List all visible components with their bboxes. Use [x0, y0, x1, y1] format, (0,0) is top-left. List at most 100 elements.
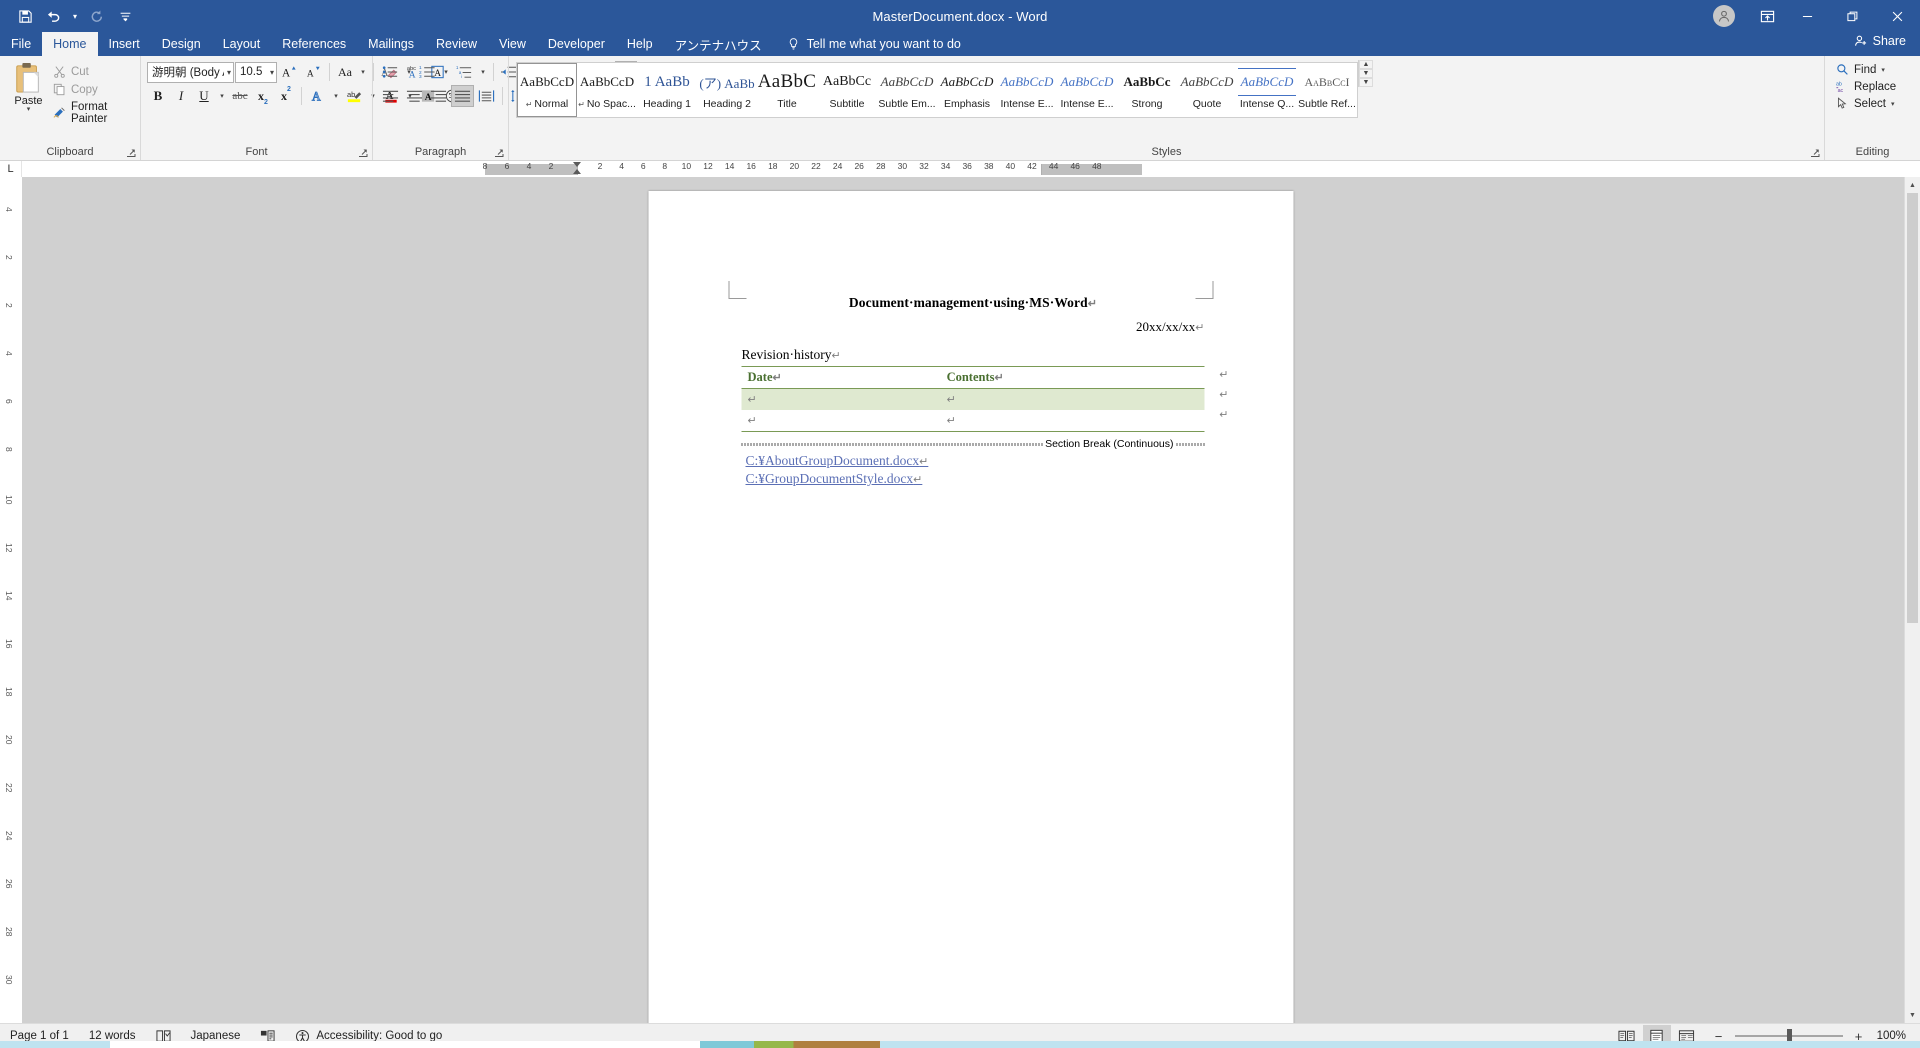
font-size-combobox[interactable]: 10.5 ▾ [235, 61, 277, 83]
distributed-icon[interactable] [475, 85, 498, 107]
table-row[interactable]: ↵ ↵ [741, 410, 1205, 432]
vertical-scrollbar[interactable]: ▲ ▼ [1904, 177, 1920, 1023]
horizontal-ruler[interactable]: 8 6 4 2 2 4 6 8 10 12 14 16 18 20 22 24 26 28 30 32 34 36 38 40… [22, 161, 1920, 177]
first-line-indent-marker[interactable] [573, 162, 581, 167]
replace-button[interactable]: ab ac Replace [1833, 79, 1899, 94]
undo-icon[interactable] [40, 4, 66, 28]
scroll-down-icon[interactable]: ▼ [1905, 1007, 1920, 1023]
subscript-icon[interactable]: x2 [252, 85, 274, 107]
justify-icon[interactable] [451, 85, 474, 107]
tab-review[interactable]: Review [425, 32, 488, 56]
restore-icon[interactable] [1830, 0, 1875, 32]
tab-file[interactable]: File [0, 32, 43, 56]
superscript-icon[interactable]: x2 [275, 85, 297, 107]
table-cell[interactable]: ↵ [940, 410, 1205, 432]
text-highlight-color-icon[interactable]: ab [343, 85, 366, 107]
styles-more-icon[interactable]: ▼ [1359, 78, 1373, 87]
find-caret-icon[interactable]: ▾ [1881, 66, 1885, 74]
center-icon[interactable] [403, 85, 426, 107]
minimize-icon[interactable] [1785, 0, 1830, 32]
align-left-icon[interactable] [379, 85, 402, 107]
scroll-up-icon[interactable]: ▲ [1905, 177, 1920, 193]
find-button[interactable]: Find ▾ [1833, 62, 1899, 77]
style-item-quote[interactable]: AaBbCcD Quote [1177, 63, 1237, 117]
scrollbar-track[interactable] [1905, 193, 1920, 1007]
styles-scroll-up-icon[interactable]: ▲ [1359, 60, 1373, 69]
copy-button[interactable]: Copy [49, 82, 136, 97]
save-icon[interactable] [12, 4, 38, 28]
tab-help[interactable]: Help [616, 32, 664, 56]
styles-dialog-launcher-icon[interactable] [1810, 148, 1820, 158]
shrink-font-icon[interactable]: A [302, 61, 325, 83]
paragraph-dialog-launcher-icon[interactable] [494, 148, 504, 158]
hanging-indent-marker[interactable] [573, 169, 581, 174]
scrollbar-thumb[interactable] [1907, 193, 1918, 623]
strikethrough-icon[interactable]: abc [229, 85, 251, 107]
style-item-title[interactable]: AaBbC Title [757, 63, 817, 117]
style-item-intense-e[interactable]: AaBbCcD Intense E... [1057, 63, 1117, 117]
ruler-text-area[interactable] [577, 164, 1042, 175]
hyperlink-group-document-style[interactable]: C:¥GroupDocumentStyle.docx↵ [746, 471, 923, 487]
numbering-caret-icon[interactable]: ▾ [440, 61, 452, 83]
style-item-heading-1[interactable]: 1 AaBb Heading 1 [637, 63, 697, 117]
table-cell[interactable]: ↵ [940, 388, 1205, 410]
user-account-icon[interactable] [1713, 5, 1735, 27]
document-content[interactable]: Document·management·using·MS·Word↵ 20xx/… [741, 295, 1229, 489]
undo-dropdown-caret-icon[interactable]: ▾ [68, 4, 82, 28]
paste-dropdown-caret-icon[interactable]: ▾ [27, 106, 31, 113]
style-item-subtle-em[interactable]: AaBbCcD Subtle Em... [877, 63, 937, 117]
numbering-icon[interactable]: 123 [416, 61, 439, 83]
bold-icon[interactable]: B [147, 85, 169, 107]
underline-icon[interactable]: U [193, 85, 215, 107]
multilevel-list-icon[interactable]: 1ai [453, 61, 476, 83]
tab-layout[interactable]: Layout [212, 32, 272, 56]
bullets-caret-icon[interactable]: ▾ [403, 61, 415, 83]
tab-insert[interactable]: Insert [98, 32, 151, 56]
table-row[interactable]: ↵ ↵ [741, 388, 1205, 410]
change-case-icon[interactable]: Aa [334, 61, 356, 83]
close-icon[interactable] [1875, 0, 1920, 32]
tab-design[interactable]: Design [151, 32, 212, 56]
tab-developer[interactable]: Developer [537, 32, 616, 56]
text-effects-icon[interactable]: A [306, 85, 329, 107]
italic-icon[interactable]: I [170, 85, 192, 107]
bullets-icon[interactable] [379, 61, 402, 83]
text-effects-caret-icon[interactable]: ▾ [330, 85, 342, 107]
change-case-caret-icon[interactable]: ▾ [357, 61, 369, 83]
style-item-subtle-ref[interactable]: AaBbCcI Subtle Ref... [1297, 63, 1357, 117]
cut-button[interactable]: Cut [49, 64, 136, 79]
style-item-heading-2[interactable]: (ア) AaBb Heading 2 [697, 63, 757, 117]
paste-button[interactable]: Paste ▾ [8, 60, 49, 113]
styles-scroll-down-icon[interactable]: ▼ [1359, 69, 1373, 78]
font-dialog-launcher-icon[interactable] [358, 148, 368, 158]
vertical-ruler[interactable]: 42246810121416182022242628303234 [0, 177, 22, 1032]
tab-mailings[interactable]: Mailings [357, 32, 425, 56]
style-item-emphasis[interactable]: AaBbCcD Emphasis [937, 63, 997, 117]
hyperlink-about-group-document[interactable]: C:¥AboutGroupDocument.docx↵ [746, 453, 929, 469]
font-name-combobox[interactable]: 游明朝 (Body As ▾ [147, 61, 234, 83]
select-caret-icon[interactable]: ▾ [1891, 100, 1895, 108]
clipboard-dialog-launcher-icon[interactable] [126, 148, 136, 158]
tab-references[interactable]: References [271, 32, 357, 56]
tab-view[interactable]: View [488, 32, 537, 56]
customize-quick-access-toolbar-icon[interactable] [112, 4, 138, 28]
style-item-intense-q[interactable]: AaBbCcD Intense Q... [1237, 63, 1297, 117]
style-item-no-spac[interactable]: AaBbCcD ↵ No Spac... [577, 63, 637, 117]
styles-gallery-scrollbar[interactable]: ▲ ▼ ▼ [1358, 60, 1373, 87]
underline-caret-icon[interactable]: ▾ [216, 85, 228, 107]
select-button[interactable]: Select ▾ [1833, 96, 1899, 111]
style-item-intense-e[interactable]: AaBbCcD Intense E... [997, 63, 1057, 117]
table-cell[interactable]: ↵ [741, 388, 941, 410]
align-right-icon[interactable] [427, 85, 450, 107]
document-page[interactable]: Document·management·using·MS·Word↵ 20xx/… [648, 191, 1294, 1023]
format-painter-button[interactable]: Format Painter [49, 100, 136, 126]
tab-stop-selector[interactable]: L [0, 161, 22, 177]
document-scroll-area[interactable]: Document·management·using·MS·Word↵ 20xx/… [22, 177, 1920, 1023]
grow-font-icon[interactable]: A [278, 61, 301, 83]
table-cell[interactable]: ↵ [741, 410, 941, 432]
ribbon-display-options-icon[interactable] [1749, 0, 1785, 32]
revision-history-table[interactable]: Date↵ Contents↵ ↵ ↵ ↵ ↵ [741, 366, 1205, 432]
tab-antennahouse[interactable]: アンテナハウス [664, 32, 773, 56]
style-item-subtitle[interactable]: AaBbCc Subtitle [817, 63, 877, 117]
share-button[interactable]: Share [1854, 34, 1906, 48]
